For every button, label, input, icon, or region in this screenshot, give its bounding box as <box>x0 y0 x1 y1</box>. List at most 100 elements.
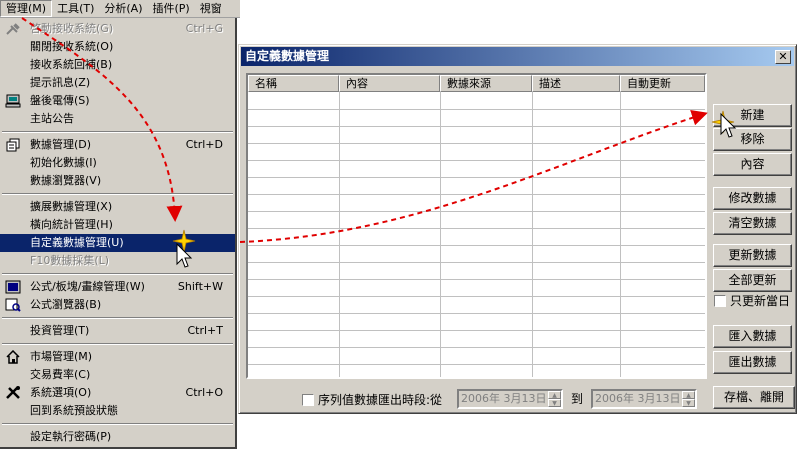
delete-button[interactable]: 移除 <box>713 128 792 151</box>
menu-item-set-password[interactable]: 設定執行密碼(P) <box>0 428 235 446</box>
menu-item-formula-browser[interactable]: 公式瀏覽器(B) <box>0 296 235 314</box>
grid-line <box>339 92 340 377</box>
date-to-picker[interactable]: 2006年 3月13日 ▲ ▼ <box>591 389 697 409</box>
date-to-value: 2006年 3月13日 <box>595 392 681 405</box>
menu-item-label: 橫向統計管理(H) <box>30 218 113 231</box>
date-to-spinner[interactable]: ▲ ▼ <box>682 391 695 407</box>
grid-line <box>248 194 705 195</box>
grid-line <box>248 347 705 348</box>
menu-item-label: F10數據採集(L) <box>30 254 110 267</box>
plug-icon <box>5 22 21 36</box>
custom-data-manager-dialog: 自定義數據管理 ✕ 名稱 內容 數據來源 描述 自動更新 新建 移除 內容 修改… <box>238 44 797 414</box>
clear-data-button[interactable]: 清空數據 <box>713 212 792 235</box>
tools-icon <box>5 386 21 400</box>
table-header: 名稱 內容 數據來源 描述 自動更新 <box>248 75 705 92</box>
menu-item-system-options[interactable]: 系統選項(O) Ctrl+O <box>0 384 235 402</box>
content-button[interactable]: 內容 <box>713 153 792 176</box>
menu-item-trading-fees[interactable]: 交易費率(C) <box>0 366 235 384</box>
grid-line <box>248 109 705 110</box>
grid-line <box>248 296 705 297</box>
checkbox-box[interactable] <box>714 294 726 307</box>
grid-line <box>440 92 441 377</box>
menu-item-init-data[interactable]: 初始化數據(I) <box>0 154 235 172</box>
column-header-name[interactable]: 名稱 <box>248 75 339 92</box>
menu-item-label: 盤後電傳(S) <box>30 94 90 107</box>
spin-down-icon[interactable]: ▼ <box>682 399 695 407</box>
menu-item-shortcut: Ctrl+G <box>185 22 223 35</box>
grid-line <box>532 92 533 377</box>
menu-item-extended-data[interactable]: 擴展數據管理(X) <box>0 198 235 216</box>
grid-line <box>248 313 705 314</box>
menu-item-reset-defaults[interactable]: 回到系統預設狀態 <box>0 402 235 420</box>
save-exit-button[interactable]: 存檔、離開 <box>713 386 795 409</box>
home-icon <box>5 349 21 364</box>
menu-item-label: 關閉接收系統(O) <box>30 40 114 53</box>
checkbox-box[interactable] <box>302 393 314 406</box>
spin-up-icon[interactable]: ▲ <box>682 391 695 399</box>
date-from-spinner[interactable]: ▲ ▼ <box>548 391 561 407</box>
menu-plugins[interactable]: 插件(P) <box>148 0 195 17</box>
menu-item-custom-data[interactable]: 自定義數據管理(U) <box>0 234 235 252</box>
modify-data-button[interactable]: 修改數據 <box>713 187 792 210</box>
column-header-description[interactable]: 描述 <box>532 75 620 92</box>
menu-item-notifications[interactable]: 提示訊息(Z) <box>0 74 235 92</box>
menu-item-label: 擴展數據管理(X) <box>30 200 113 213</box>
dialog-title-bar[interactable]: 自定義數據管理 ✕ <box>241 47 794 66</box>
grid-line <box>248 279 705 280</box>
manage-dropdown-menu: 啓動接收系統(G) Ctrl+G 關閉接收系統(O) 接收系統回補(B) 提示訊… <box>0 18 237 449</box>
close-button[interactable]: ✕ <box>775 50 791 64</box>
export-range-checkbox[interactable]: 序列值數據匯出時段:從 <box>302 392 442 408</box>
menu-separator <box>0 314 235 322</box>
menu-item-label: 投資管理(T) <box>30 324 90 337</box>
export-data-button[interactable]: 匯出數據 <box>713 351 792 374</box>
menu-analysis[interactable]: 分析(A) <box>99 0 147 17</box>
only-today-checkbox[interactable]: 只更新當日 <box>714 293 790 309</box>
menu-item-label: 自定義數據管理(U) <box>30 236 124 249</box>
custom-data-table[interactable]: 名稱 內容 數據來源 描述 自動更新 <box>246 73 707 379</box>
menu-item-f10-collection[interactable]: F10數據採集(L) <box>0 252 235 270</box>
grid-line <box>248 228 705 229</box>
menu-item-formula-manager[interactable]: 公式/板塊/畫線管理(W) Shift+W <box>0 278 235 296</box>
browser-icon <box>5 298 21 312</box>
menu-item-stop-receiver[interactable]: 關閉接收系統(O) <box>0 38 235 56</box>
menu-item-data-manager[interactable]: 數據管理(D) Ctrl+D <box>0 136 235 154</box>
menu-separator <box>0 128 235 136</box>
menu-item-shortcut: Ctrl+D <box>185 138 223 151</box>
grid-line <box>248 143 705 144</box>
menu-item-market-manager[interactable]: 市場管理(M) <box>0 348 235 366</box>
grid-line <box>248 177 705 178</box>
grid-line <box>705 92 706 377</box>
menu-window[interactable]: 視窗 <box>195 0 227 17</box>
menu-item-shortcut: Shift+W <box>177 280 223 293</box>
menu-item-shortcut: Ctrl+T <box>187 324 223 337</box>
spin-down-icon[interactable]: ▼ <box>548 399 561 407</box>
update-all-button[interactable]: 全部更新 <box>713 269 792 292</box>
grid-line <box>248 160 705 161</box>
menu-item-label: 主站公告 <box>30 112 74 125</box>
update-data-button[interactable]: 更新數據 <box>713 244 792 267</box>
menu-manage[interactable]: 管理(M) <box>0 0 53 17</box>
column-header-data-source[interactable]: 數據來源 <box>440 75 532 92</box>
menu-item-receiver-backfill[interactable]: 接收系統回補(B) <box>0 56 235 74</box>
menu-item-shortcut: Ctrl+O <box>185 386 223 399</box>
menu-item-after-hours-transfer[interactable]: 盤後電傳(S) <box>0 92 235 110</box>
menu-item-announcements[interactable]: 主站公告 <box>0 110 235 128</box>
column-header-content[interactable]: 內容 <box>339 75 440 92</box>
menu-item-investment-manager[interactable]: 投資管理(T) Ctrl+T <box>0 322 235 340</box>
menu-tools[interactable]: 工具(T) <box>52 0 99 17</box>
menu-item-start-receiver[interactable]: 啓動接收系統(G) Ctrl+G <box>0 20 235 38</box>
new-button[interactable]: 新建 <box>713 104 792 127</box>
menu-item-label: 交易費率(C) <box>30 368 91 381</box>
menu-item-label: 接收系統回補(B) <box>30 58 113 71</box>
menu-item-data-browser[interactable]: 數據瀏覽器(V) <box>0 172 235 190</box>
import-data-button[interactable]: 匯入數據 <box>713 325 792 348</box>
column-header-auto-update[interactable]: 自動更新 <box>620 75 705 92</box>
spin-up-icon[interactable]: ▲ <box>548 391 561 399</box>
computer-icon <box>5 94 21 108</box>
date-from-picker[interactable]: 2006年 3月13日 ▲ ▼ <box>457 389 563 409</box>
menu-item-label: 數據管理(D) <box>30 138 92 151</box>
menu-item-cross-statistics[interactable]: 橫向統計管理(H) <box>0 216 235 234</box>
grid-line <box>248 262 705 263</box>
dialog-title: 自定義數據管理 <box>245 49 330 63</box>
menu-separator <box>0 340 235 348</box>
